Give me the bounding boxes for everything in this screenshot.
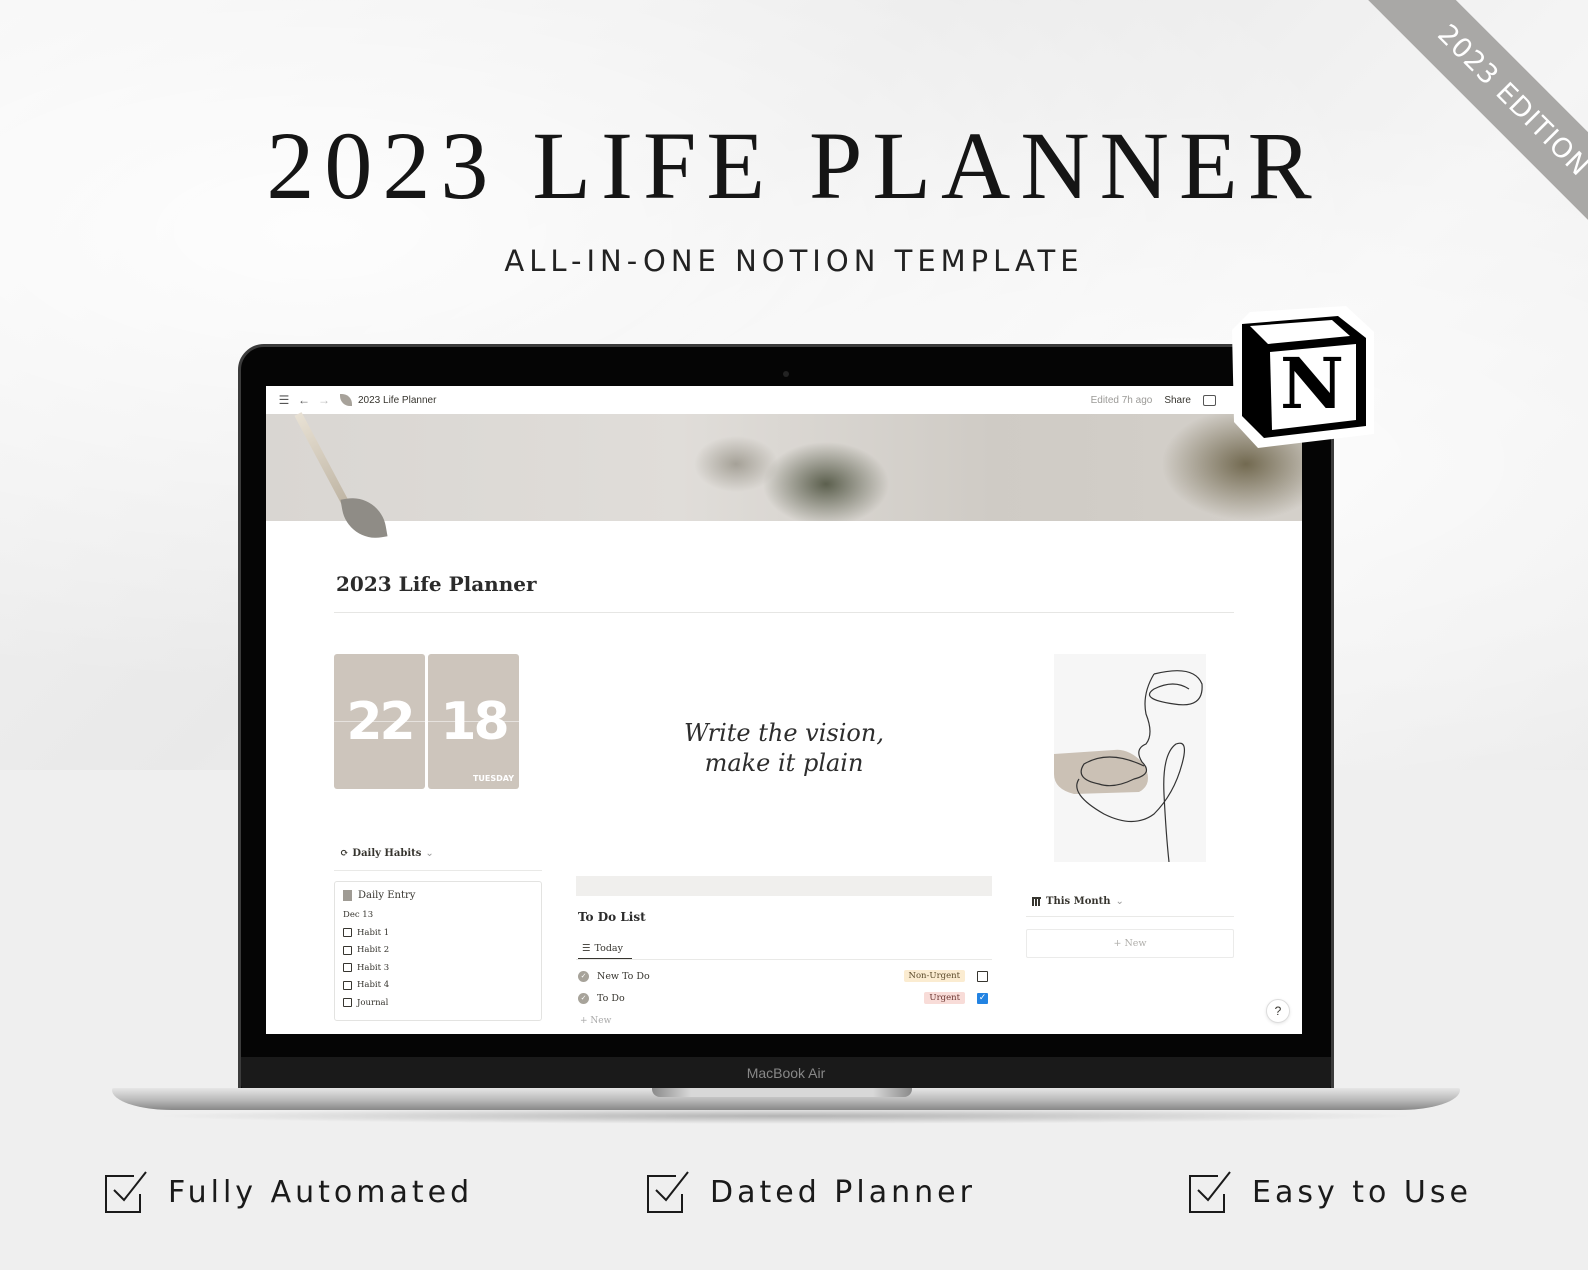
habit-checkbox[interactable] [343, 928, 352, 938]
notion-window: ☰ ← → 2023 Life Planner Edited 7h ago Sh… [266, 386, 1302, 1034]
laptop-base [112, 1088, 1460, 1110]
habit-item: Habit 3 [343, 959, 533, 977]
checkbox-check-icon [105, 1171, 147, 1213]
checkbox-check-icon [647, 1171, 689, 1213]
todo-checkbox[interactable] [977, 970, 988, 982]
habit-item: Habit 4 [343, 977, 533, 995]
tab-today-label: Today [594, 942, 623, 954]
clock-minutes-value: 18 [440, 691, 509, 752]
habit-item: Habit 1 [343, 924, 533, 942]
habit-item: Habit 2 [343, 942, 533, 960]
habit-label: Habit 1 [357, 927, 390, 938]
todo-row[interactable]: ✓ To Do Urgent ✓ [578, 988, 988, 1008]
habit-checkbox[interactable] [343, 963, 352, 973]
todo-checkbox-checked[interactable]: ✓ [977, 992, 988, 1004]
todo-list-title: To Do List [578, 910, 646, 924]
laptop-notch [652, 1088, 912, 1097]
clock-minutes: 18 TUESDAY [428, 654, 519, 789]
status-check-icon: ✓ [578, 970, 589, 982]
status-check-icon: ✓ [578, 992, 589, 1004]
clock-day: TUESDAY [472, 774, 514, 783]
daily-entry-title-row: Daily Entry [343, 890, 533, 901]
comment-icon[interactable] [1203, 394, 1216, 406]
notion-logo-icon: N [1228, 302, 1378, 452]
daily-habits-header[interactable]: ⟳ Daily Habits ⌄ [340, 848, 434, 859]
laptop-label: MacBook Air [241, 1057, 1331, 1089]
divider [334, 612, 1234, 613]
daily-entry-card[interactable]: Daily Entry Dec 13 Habit 1 Habit 2 Habit… [334, 881, 542, 1021]
face-line-art-icon [1054, 670, 1203, 863]
chevron-down-icon[interactable]: ⌄ [1116, 896, 1124, 907]
list-icon: ☰ [582, 942, 591, 954]
leaf-icon [340, 394, 352, 406]
habit-checkbox[interactable] [343, 945, 352, 955]
todo-row[interactable]: ✓ New To Do Non-Urgent [578, 966, 988, 986]
habit-checkbox[interactable] [343, 980, 352, 990]
cover-decoration [294, 412, 349, 505]
feature-label: Fully Automated [168, 1174, 474, 1210]
svg-text:N: N [1280, 342, 1344, 425]
chevron-down-icon[interactable]: ⌄ [425, 848, 433, 859]
edition-ribbon: 2023 EDITION [1288, 0, 1588, 300]
feature-dated-planner: Dated Planner [646, 1170, 976, 1214]
divider [1026, 916, 1234, 917]
entry-date: Dec 13 [343, 910, 374, 920]
cover-image [266, 412, 1302, 521]
arrow-right-icon[interactable]: → [316, 393, 332, 407]
share-button[interactable]: Share [1164, 395, 1191, 406]
laptop-shadow [150, 1108, 1420, 1124]
camera-icon [783, 371, 789, 377]
arrow-left-icon[interactable]: ← [296, 393, 312, 407]
habit-checkbox[interactable] [343, 998, 352, 1008]
notion-topbar: ☰ ← → 2023 Life Planner Edited 7h ago Sh… [266, 386, 1302, 414]
priority-tag: Urgent [924, 992, 965, 1004]
habit-label: Journal [357, 997, 389, 1008]
habit-label: Habit 4 [357, 980, 390, 991]
page-title: 2023 Life Planner [336, 572, 537, 596]
feature-label: Easy to Use [1252, 1174, 1472, 1210]
feature-easy-to-use: Easy to Use [1188, 1170, 1472, 1214]
divider [576, 959, 992, 960]
quote-line-2: make it plain [704, 749, 864, 777]
feature-fully-automated: Fully Automated [104, 1170, 473, 1214]
todo-new-button[interactable]: + New [580, 1016, 611, 1026]
habit-label: Habit 2 [357, 945, 390, 956]
flip-clock-widget: 22 18 TUESDAY [334, 654, 519, 789]
habit-label: Habit 3 [357, 962, 390, 973]
feature-label: Dated Planner [710, 1174, 976, 1210]
todo-name[interactable]: To Do [597, 993, 625, 1004]
edition-ribbon-label: 2023 EDITION [1342, 0, 1588, 272]
calendar-icon [1032, 897, 1041, 906]
daily-habits-title: Daily Habits [352, 848, 422, 859]
clock-hours: 22 [334, 654, 425, 789]
this-month-title: This Month [1046, 896, 1111, 907]
todo-name[interactable]: New To Do [597, 971, 650, 982]
checkbox-check-icon [1189, 1171, 1231, 1213]
help-button[interactable]: ? [1266, 999, 1290, 1023]
hamburger-icon[interactable]: ☰ [276, 393, 292, 407]
tab-today[interactable]: ☰ Today [578, 938, 632, 960]
breadcrumb[interactable]: 2023 Life Planner [358, 395, 436, 406]
quote-line-1: Write the vision, [684, 719, 884, 747]
habit-item: Journal [343, 994, 533, 1012]
vision-quote: Write the vision, make it plain [626, 718, 942, 778]
document-icon [343, 890, 352, 901]
line-art-image [1054, 654, 1206, 863]
callout-block [576, 876, 992, 896]
daily-entry-title: Daily Entry [358, 890, 416, 901]
refresh-icon: ⟳ [340, 848, 349, 859]
priority-tag: Non-Urgent [903, 970, 965, 982]
divider [334, 870, 542, 871]
this-month-new-button[interactable]: + New [1026, 929, 1234, 958]
edited-timestamp: Edited 7h ago [1090, 394, 1153, 406]
clock-hours-value: 22 [346, 691, 415, 752]
this-month-header[interactable]: This Month ⌄ [1032, 896, 1124, 907]
